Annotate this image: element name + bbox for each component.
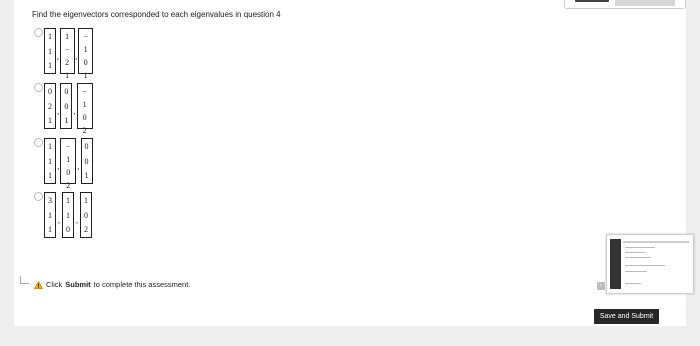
vector-set: 311,110,102 — [44, 192, 92, 238]
vector-entry: 1 — [48, 156, 52, 166]
radio-button[interactable] — [34, 192, 43, 201]
preview-sidebar — [610, 239, 621, 289]
vector-entry: 0 — [82, 113, 87, 122]
vector-entry: 1 — [48, 46, 52, 56]
collapse-preview-icon[interactable]: ‹ — [597, 282, 605, 290]
vector-entry: − 1 — [66, 142, 71, 164]
vector-entry: − 1 — [83, 32, 88, 54]
preview-line — [625, 257, 651, 258]
vector-entry: 2 — [82, 126, 87, 135]
preview-header — [623, 241, 689, 243]
column-vector: 0 2 1 — [44, 83, 56, 129]
vector-entry: 1 — [48, 210, 52, 220]
vector-entry: 1 — [84, 171, 89, 180]
vector-set: 1 1 1, 1− 2 1, − 101 — [44, 28, 94, 80]
radio-button[interactable] — [34, 138, 43, 147]
vector-entry: 2 — [48, 101, 52, 111]
vector-entry: − 2 — [64, 45, 70, 67]
question-text: Find the eigenvectors corresponded to ea… — [32, 10, 281, 19]
preview-line — [625, 271, 647, 272]
hint-prefix: Click — [46, 280, 63, 289]
vector-entry: 0 — [64, 87, 69, 96]
save-and-submit-button[interactable]: Save and Submit — [594, 309, 659, 324]
vector-entry: 1 — [48, 171, 52, 180]
submit-hint: Click Submit to complete this assessment… — [34, 280, 190, 289]
column-vector: 1 1 1 — [44, 138, 56, 184]
column-vector: 3 1 1 — [44, 192, 56, 238]
vector-entry: 0 — [64, 101, 69, 111]
vector-entry: 1 — [83, 71, 88, 80]
vector-entry: 0 — [66, 168, 71, 177]
preview-line — [625, 283, 641, 284]
preview-line — [625, 265, 665, 266]
vector-entry: 0 — [84, 210, 88, 220]
column-vector: − 1 0 2 — [76, 83, 93, 135]
assessment-card — [14, 0, 686, 326]
vector-entry: 0 — [84, 156, 89, 166]
vector-entry: 2 — [84, 225, 88, 234]
vector-entry: 0 — [84, 142, 89, 151]
points-indicator — [575, 0, 609, 2]
vector-entry: 3 — [48, 196, 52, 205]
radio-button[interactable] — [34, 28, 43, 37]
warning-icon — [34, 280, 43, 289]
radio-button[interactable] — [34, 83, 43, 92]
vector-entry: 1 — [84, 196, 88, 205]
page-preview-thumbnail[interactable] — [606, 234, 694, 294]
vector-set: 1 1 1, − 102,001 — [44, 138, 93, 190]
vector-entry: 1 — [65, 71, 70, 80]
vector-set: 0 2 1, 0 0 1, − 102 — [44, 83, 93, 135]
vector-entry: 1 — [48, 61, 52, 70]
hint-suffix: to complete this assessment. — [93, 280, 191, 289]
vector-entry: 0 — [66, 225, 70, 234]
column-vector: − 1 0 2 — [60, 138, 77, 190]
vector-entry: 1 — [48, 32, 52, 41]
hook-arrow-icon — [20, 276, 29, 284]
column-vector: 1 0 2 — [80, 192, 92, 238]
preview-line — [625, 252, 645, 253]
column-vector: 1 − 2 1 — [59, 28, 75, 80]
column-vector: 1 1 1 — [44, 28, 56, 74]
preview-line — [625, 247, 655, 248]
column-vector: 0 0 1 — [80, 138, 93, 184]
vector-entry: 1 — [48, 142, 52, 151]
column-vector: 1 1 0 — [62, 192, 74, 238]
vector-entry: 2 — [66, 181, 71, 190]
vector-entry: 1 — [48, 116, 52, 125]
vector-entry: 1 — [48, 225, 52, 234]
column-vector: 0 0 1 — [60, 83, 73, 129]
vector-entry: 1 — [66, 196, 70, 205]
top-toolbar — [564, 0, 686, 9]
vector-entry: 1 — [64, 116, 69, 125]
vector-entry: 1 — [66, 210, 70, 220]
column-vector: − 1 0 1 — [78, 28, 94, 80]
hint-submit-word: Submit — [65, 280, 91, 289]
vector-entry: 1 — [65, 32, 70, 41]
save-answer-button[interactable] — [615, 0, 675, 6]
vector-entry: 0 — [83, 58, 88, 67]
vector-entry: 0 — [48, 87, 52, 96]
vector-entry: − 1 — [82, 87, 87, 109]
